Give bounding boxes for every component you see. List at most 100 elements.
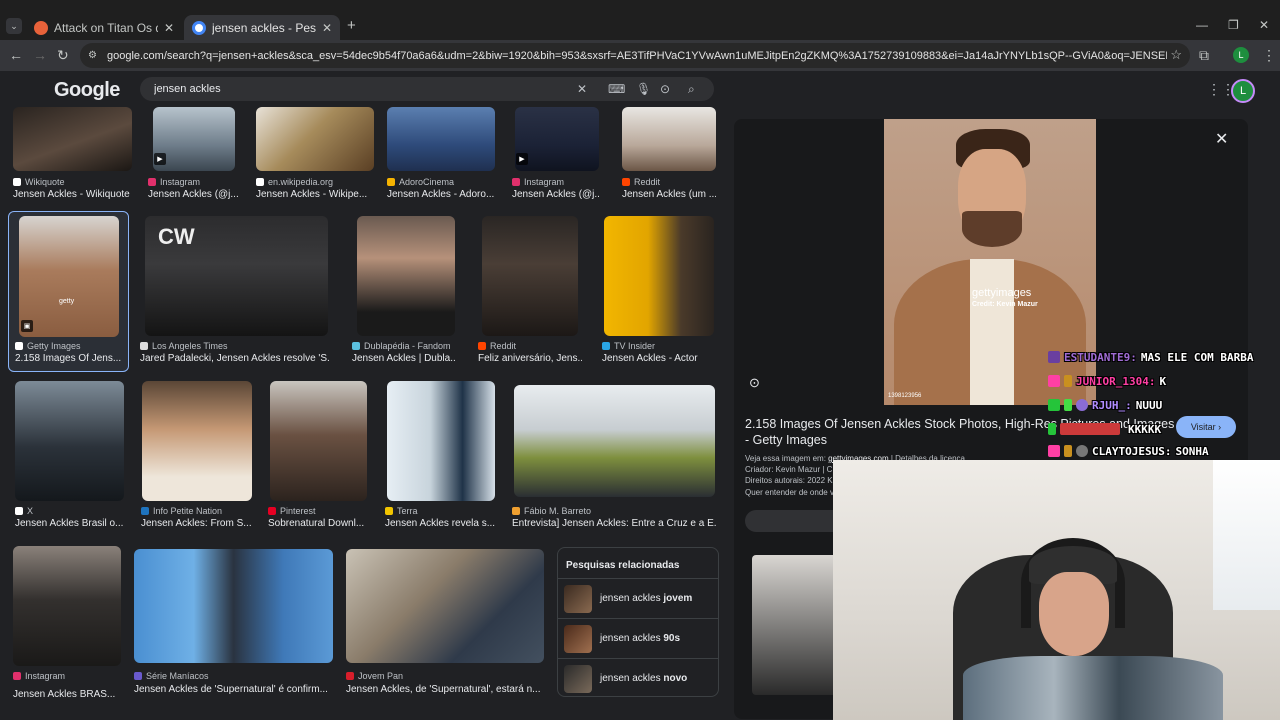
reload-icon[interactable]: ↻ — [57, 47, 69, 64]
search-input[interactable] — [154, 83, 574, 95]
restore-icon[interactable]: ❐ — [1228, 18, 1239, 32]
image-result[interactable]: ▶ Instagram Jensen Ackles (@j... — [512, 107, 600, 207]
result-thumbnail[interactable] — [13, 107, 132, 171]
chat-message: JUNIOR_1304: K — [1048, 372, 1166, 390]
result-thumbnail[interactable] — [256, 107, 374, 171]
result-thumbnail[interactable] — [19, 216, 119, 337]
result-caption[interactable]: Jared Padalecki, Jensen Ackles resolve '… — [140, 353, 330, 364]
image-result[interactable]: AdoroCinema Jensen Ackles - Adoro... — [387, 107, 495, 207]
result-caption[interactable]: 2.158 Images Of Jens... — [15, 353, 123, 364]
image-result[interactable]: CW Los Angeles Times Jared Padalecki, Je… — [140, 216, 330, 368]
image-result[interactable]: Reddit Jensen Ackles (um ... — [622, 107, 716, 207]
microphone-icon[interactable]: 🎙︎ — [636, 82, 651, 96]
address-bar[interactable]: ⚙ google.com/search?q=jensen+ackles&sca_… — [80, 43, 1190, 68]
site-info-icon[interactable]: ⚙ — [88, 50, 97, 61]
image-result-selected[interactable]: getty ▣ Getty Images 2.158 Images Of Jen… — [15, 216, 125, 368]
result-thumbnail[interactable] — [346, 549, 544, 663]
clear-icon[interactable]: ✕ — [577, 82, 587, 96]
blanket-shape — [963, 656, 1223, 720]
chat-badge-icon — [1076, 399, 1088, 411]
result-source: Instagram — [148, 177, 200, 187]
close-tab-icon[interactable]: ✕ — [322, 21, 332, 35]
result-caption[interactable]: Jensen Ackles - Adoro... — [387, 189, 495, 200]
result-thumbnail[interactable] — [142, 381, 252, 501]
result-thumbnail[interactable] — [514, 385, 715, 497]
related-preview-thumbnail[interactable] — [752, 555, 842, 695]
image-result[interactable]: Wikiquote Jensen Ackles - Wikiquote — [13, 107, 132, 207]
lens-search-icon[interactable]: ⊙ — [749, 375, 760, 391]
image-result[interactable]: Pinterest Sobrenatural Downl... — [268, 381, 368, 533]
source-favicon-icon — [512, 507, 520, 515]
result-caption[interactable]: Feliz aniversário, Jens... — [478, 353, 582, 364]
result-caption[interactable]: Jensen Ackles revela s... — [385, 518, 497, 529]
profile-avatar[interactable]: L — [1233, 47, 1249, 63]
source-favicon-icon — [15, 342, 23, 350]
image-result[interactable]: Terra Jensen Ackles revela s... — [385, 381, 497, 533]
result-caption[interactable]: Jensen Ackles: From S... — [141, 518, 253, 529]
image-result[interactable]: X Jensen Ackles Brasil o... — [15, 381, 125, 533]
result-caption[interactable]: Jensen Ackles - Wikiquote — [13, 189, 132, 200]
result-thumbnail[interactable] — [270, 381, 367, 501]
image-result[interactable]: en.wikipedia.org Jensen Ackles - Wikipe.… — [256, 107, 374, 207]
keyboard-icon[interactable]: ⌨ — [608, 82, 625, 96]
minimize-icon[interactable]: — — [1196, 18, 1208, 32]
image-result[interactable]: Fábio M. Barreto Entrevista] Jensen Ackl… — [512, 381, 716, 533]
window-light — [1213, 460, 1280, 610]
url-text[interactable]: google.com/search?q=jensen+ackles&sca_es… — [107, 50, 1167, 62]
close-window-icon[interactable]: ✕ — [1259, 18, 1269, 32]
result-thumbnail[interactable] — [13, 546, 121, 666]
result-caption[interactable]: Entrevista] Jensen Ackles: Entre a Cruz … — [512, 518, 716, 529]
image-badge-icon: ▣ — [21, 320, 33, 332]
image-result[interactable]: Dublapédia - Fandom Jensen Ackles | Dubl… — [352, 216, 456, 368]
google-logo[interactable]: Google — [54, 79, 120, 102]
result-thumbnail[interactable] — [357, 216, 455, 336]
result-thumbnail[interactable] — [134, 549, 333, 663]
result-caption[interactable]: Jensen Ackles (@j... — [512, 189, 600, 200]
related-search-item[interactable]: jensen ackles 90s — [558, 618, 718, 658]
related-search-item[interactable]: jensen ackles novo — [558, 658, 718, 698]
image-result[interactable]: Reddit Feliz aniversário, Jens... — [478, 216, 582, 368]
result-thumbnail[interactable] — [482, 216, 578, 336]
extensions-icon[interactable]: ⧉ — [1199, 47, 1209, 64]
image-result[interactable]: ▶ Instagram Jensen Ackles (@j... — [148, 107, 238, 207]
result-thumbnail[interactable] — [387, 107, 495, 171]
image-result[interactable]: TV Insider Jensen Ackles - Actor — [602, 216, 714, 368]
menu-icon[interactable]: ⋮ — [1262, 47, 1276, 64]
result-caption[interactable]: Jensen Ackles | Dubla... — [352, 353, 456, 364]
result-source: X — [15, 506, 33, 516]
tab-search-button[interactable]: ⌄ — [6, 18, 22, 34]
result-caption[interactable]: Jensen Ackles (um ... — [622, 189, 716, 200]
result-caption[interactable]: Jensen Ackles, de 'Supernatural', estará… — [346, 684, 546, 695]
result-caption[interactable]: Jensen Ackles - Actor — [602, 353, 714, 364]
result-caption[interactable]: Jensen Ackles BRAS... — [13, 689, 123, 700]
result-caption[interactable]: Jensen Ackles Brasil o... — [15, 518, 125, 529]
result-caption[interactable]: Jensen Ackles - Wikipe... — [256, 189, 374, 200]
result-thumbnail[interactable] — [604, 216, 714, 336]
close-preview-icon[interactable]: ✕ — [1215, 129, 1228, 149]
result-thumbnail[interactable] — [387, 381, 495, 501]
image-result[interactable]: Info Petite Nation Jensen Ackles: From S… — [141, 381, 253, 533]
image-result[interactable]: Jovem Pan Jensen Ackles, de 'Supernatura… — [346, 549, 546, 701]
tab-attack-on-titan[interactable]: Attack on Titan Os derrotados ✕ — [26, 15, 182, 40]
bookmark-star-icon[interactable]: ☆ — [1170, 47, 1182, 63]
result-source: Info Petite Nation — [141, 506, 222, 516]
result-caption[interactable]: Jensen Ackles (@j... — [148, 189, 238, 200]
tab-google-search[interactable]: jensen ackles - Pesquisa Google ✕ — [184, 15, 340, 40]
result-caption[interactable]: Jensen Ackles de 'Supernatural' é confir… — [134, 684, 334, 695]
result-thumbnail[interactable] — [15, 381, 124, 501]
search-box[interactable]: ✕ ⌨ 🎙︎ ⊙ ⌕ — [140, 77, 714, 101]
lens-icon[interactable]: ⊙ — [660, 82, 670, 96]
back-icon[interactable]: ← — [9, 47, 23, 63]
new-tab-button[interactable]: + — [347, 17, 356, 34]
result-caption[interactable]: Sobrenatural Downl... — [268, 518, 368, 529]
close-tab-icon[interactable]: ✕ — [164, 21, 174, 35]
visit-button[interactable]: Visitar › — [1176, 416, 1236, 438]
beard-shape — [962, 211, 1022, 247]
image-result[interactable]: Série Maníacos Jensen Ackles de 'Superna… — [134, 549, 334, 701]
result-thumbnail[interactable] — [622, 107, 716, 171]
forward-icon[interactable]: → — [33, 47, 47, 63]
image-result[interactable]: Instagram Jensen Ackles BRAS... — [13, 546, 123, 700]
related-search-item[interactable]: jensen ackles jovem — [558, 578, 718, 618]
search-icon[interactable]: ⌕ — [688, 82, 695, 97]
account-avatar[interactable]: L — [1231, 79, 1255, 103]
